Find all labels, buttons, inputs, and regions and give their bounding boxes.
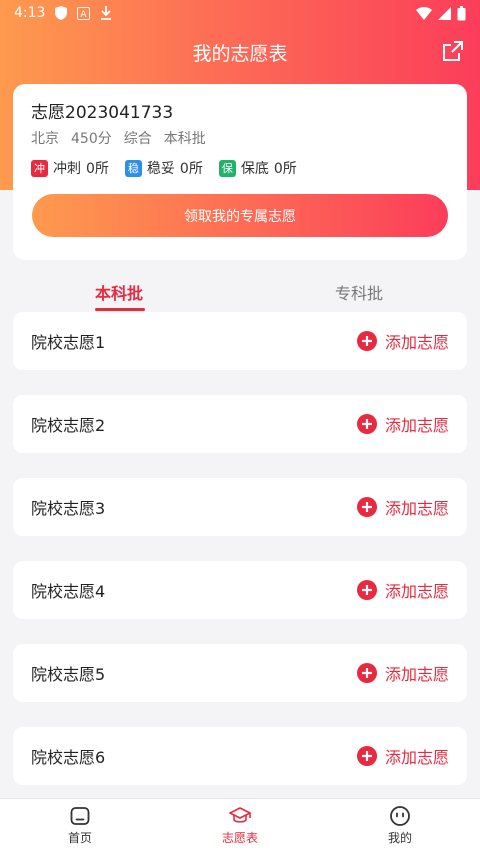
plus-circle-icon	[356, 331, 377, 351]
graduation-cap-icon	[229, 807, 251, 823]
wish-meta: 北京 450分 综合 本科批	[31, 128, 206, 148]
share-icon[interactable]	[442, 40, 464, 62]
home-icon	[70, 807, 90, 825]
risk-summary: 冲 冲刺 0所 稳 稳妥 0所 保 保底 0所	[31, 158, 297, 178]
claim-exclusive-wish-button[interactable]: 领取我的专属志愿	[32, 194, 448, 237]
safe-badge: 保	[218, 159, 236, 177]
plus-circle-icon	[356, 746, 377, 766]
wish-summary-card: 志愿2023041733 北京 450分 综合 本科批 冲 冲刺 0所 稳 稳妥…	[13, 84, 467, 260]
add-wish-button[interactable]: 添加志愿	[356, 495, 449, 519]
wish-title: 志愿2023041733	[31, 103, 174, 123]
wish-slot-1[interactable]: 院校志愿1 添加志愿	[13, 312, 467, 370]
wish-subject: 综合	[123, 131, 152, 147]
nav-wish-table[interactable]: 志愿表	[160, 799, 320, 852]
tab-junior-college[interactable]: 专科批	[335, 280, 383, 304]
sprint-badge: 冲	[31, 159, 48, 177]
wish-slot-6[interactable]: 院校志愿6 添加志愿	[13, 727, 467, 785]
plus-circle-icon	[356, 414, 377, 434]
nav-mine-label: 我的	[387, 831, 412, 845]
page-title: 我的志愿表	[192, 42, 288, 65]
nav-home-label: 首页	[67, 831, 92, 845]
add-wish-button[interactable]: 添加志愿	[356, 329, 449, 353]
status-bar: 4:13 A	[0, 0, 480, 26]
add-wish-button[interactable]: 添加志愿	[356, 661, 449, 685]
battery-icon	[457, 5, 466, 20]
risk-sprint: 冲 冲刺 0所	[31, 158, 109, 178]
plus-circle-icon	[356, 580, 377, 600]
status-time: 4:13	[14, 5, 46, 21]
slot-label: 院校志愿4	[31, 582, 106, 601]
bottom-navigation: 首页 志愿表 我的	[0, 798, 480, 852]
shield-icon	[55, 6, 68, 20]
risk-safe: 保 保底 0所	[218, 158, 297, 178]
download-icon	[101, 6, 112, 20]
risk-steady: 稳 稳妥 0所	[124, 158, 203, 178]
add-wish-label: 添加志愿	[384, 499, 449, 518]
sprint-count: 0所	[86, 161, 109, 177]
wish-slot-3[interactable]: 院校志愿3 添加志愿	[13, 478, 467, 536]
add-wish-label: 添加志愿	[384, 416, 449, 435]
nav-mine[interactable]: 我的	[320, 799, 480, 852]
add-wish-label: 添加志愿	[384, 748, 449, 767]
slot-label: 院校志愿6	[31, 748, 106, 767]
wish-region: 北京	[31, 131, 59, 147]
wish-slot-2[interactable]: 院校志愿2 添加志愿	[13, 395, 467, 453]
steady-count: 0所	[179, 161, 203, 177]
add-wish-label: 添加志愿	[384, 333, 449, 352]
plus-circle-icon	[356, 663, 377, 683]
active-tab-indicator	[95, 308, 145, 311]
slot-label: 院校志愿5	[31, 665, 106, 684]
add-wish-button[interactable]: 添加志愿	[356, 744, 449, 768]
safe-label: 保底	[240, 161, 269, 177]
slot-label: 院校志愿1	[31, 333, 106, 352]
signal-icon	[438, 6, 451, 20]
wish-batch: 本科批	[163, 131, 206, 147]
a-badge-icon: A	[77, 6, 91, 20]
svg-text:A: A	[81, 10, 88, 20]
nav-home[interactable]: 首页	[0, 799, 160, 852]
wifi-icon	[416, 6, 432, 20]
safe-count: 0所	[273, 161, 297, 177]
sprint-label: 冲刺	[53, 161, 81, 177]
add-wish-label: 添加志愿	[384, 582, 449, 601]
add-wish-button[interactable]: 添加志愿	[356, 412, 449, 436]
profile-face-icon	[390, 806, 410, 826]
tab-undergraduate[interactable]: 本科批	[95, 280, 143, 304]
add-wish-label: 添加志愿	[384, 665, 449, 684]
plus-circle-icon	[356, 497, 377, 517]
batch-tabs: 本科批 专科批	[0, 272, 480, 312]
steady-label: 稳妥	[146, 161, 175, 177]
wish-slot-4[interactable]: 院校志愿4 添加志愿	[13, 561, 467, 619]
add-wish-button[interactable]: 添加志愿	[356, 578, 449, 602]
slot-label: 院校志愿2	[31, 416, 106, 435]
slot-label: 院校志愿3	[31, 499, 106, 518]
nav-wish-table-label: 志愿表	[221, 831, 258, 845]
steady-badge: 稳	[124, 159, 142, 177]
wish-slot-5[interactable]: 院校志愿5 添加志愿	[13, 644, 467, 702]
wish-score: 450分	[71, 131, 112, 147]
